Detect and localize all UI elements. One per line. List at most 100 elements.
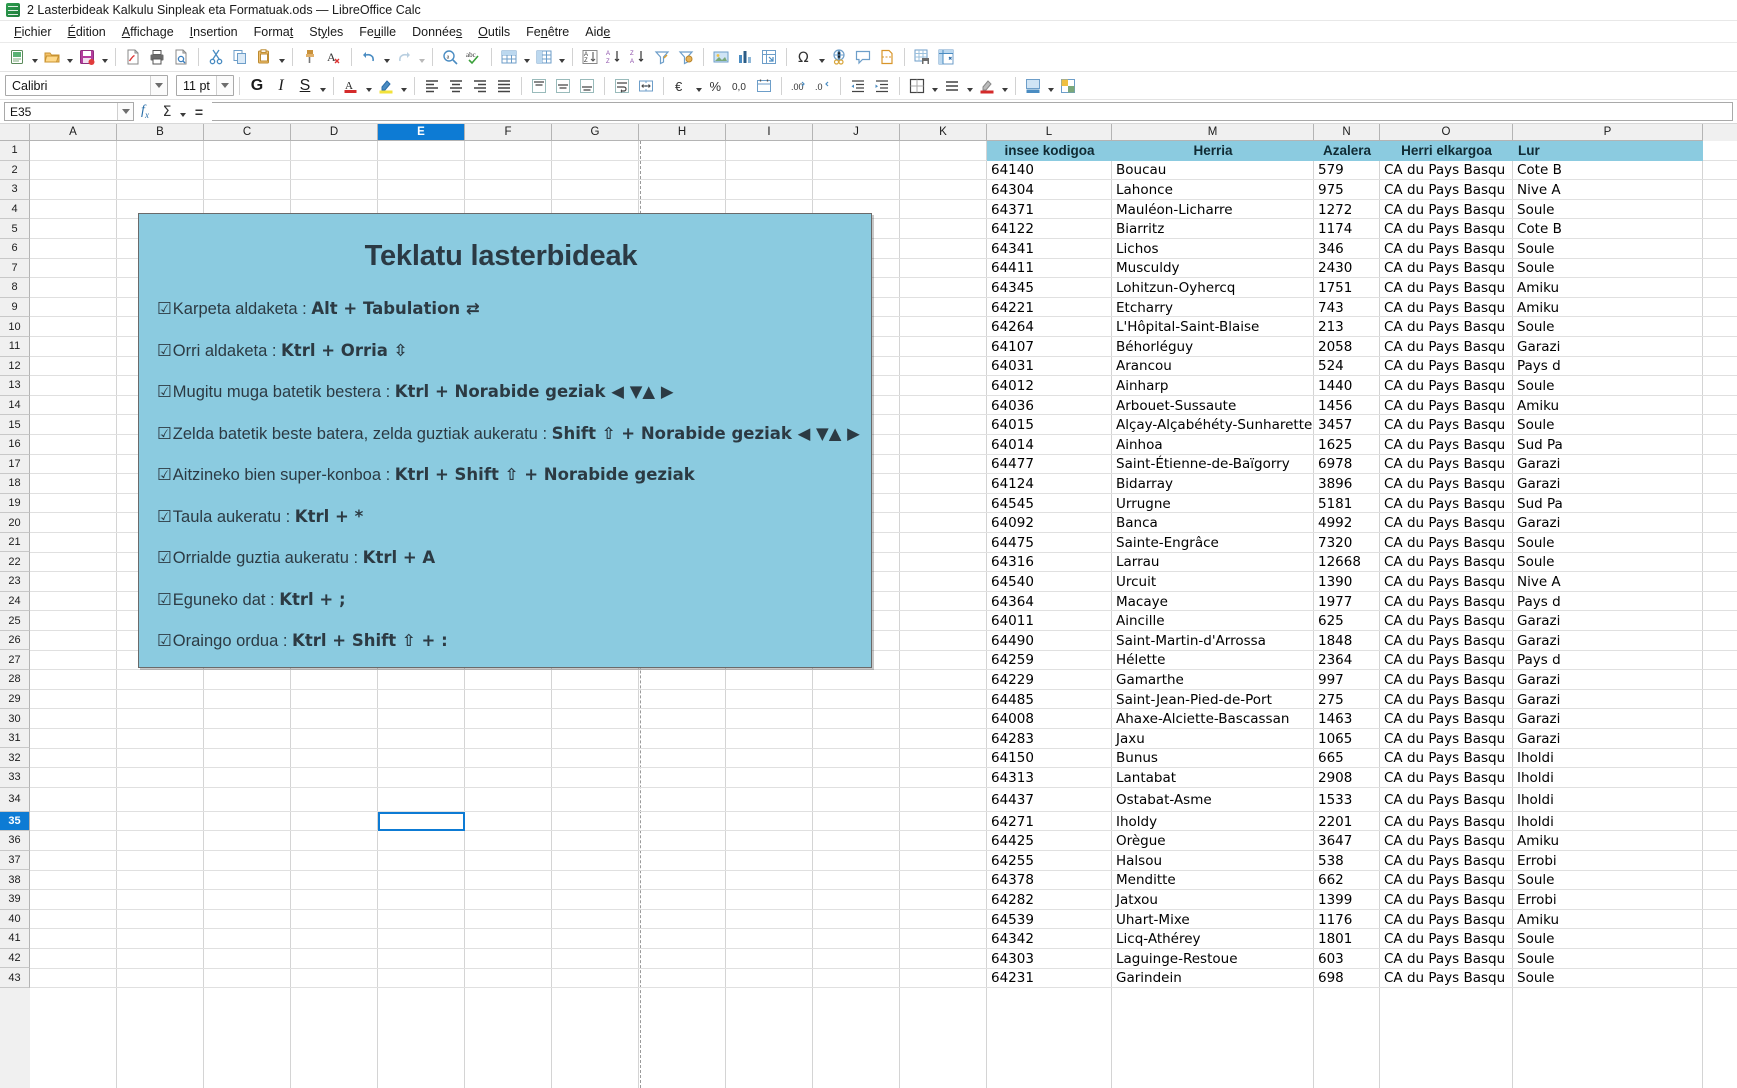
- cell-M29[interactable]: Saint-Jean-Pied-de-Port: [1112, 690, 1314, 710]
- cell-O12[interactable]: CA du Pays Basqu: [1380, 357, 1513, 377]
- cell-L22[interactable]: 64316: [987, 553, 1112, 573]
- menu-affichage[interactable]: Affichage: [114, 23, 182, 41]
- row-header-26[interactable]: 26: [0, 630, 30, 651]
- border-color-dropdown[interactable]: [999, 74, 1010, 98]
- borders-icon[interactable]: [905, 74, 929, 98]
- cell-M8[interactable]: Lohitzun-Oyhercq: [1112, 278, 1314, 298]
- cell-O5[interactable]: CA du Pays Basqu: [1380, 219, 1513, 239]
- new-document-dropdown[interactable]: [29, 45, 40, 69]
- cell-P11[interactable]: Garazi: [1513, 337, 1703, 357]
- italic-button[interactable]: I: [269, 77, 293, 95]
- cell-O17[interactable]: CA du Pays Basqu: [1380, 455, 1513, 475]
- delete-decimal-icon[interactable]: .0: [811, 74, 835, 98]
- row-header-37[interactable]: 37: [0, 850, 30, 871]
- cell-L26[interactable]: 64490: [987, 631, 1112, 651]
- row-header-3[interactable]: 3: [0, 180, 30, 200]
- cell-L20[interactable]: 64092: [987, 513, 1112, 533]
- row-header-38[interactable]: 38: [0, 870, 30, 890]
- column-header-O[interactable]: O: [1380, 124, 1513, 141]
- cell-M19[interactable]: Urrugne: [1112, 494, 1314, 514]
- cell-P22[interactable]: Soule: [1513, 553, 1703, 573]
- cell-L19[interactable]: 64545: [987, 494, 1112, 514]
- row-header-28[interactable]: 28: [0, 670, 30, 690]
- cell-N14[interactable]: 1456: [1314, 396, 1380, 416]
- background-color-dropdown[interactable]: [1045, 74, 1056, 98]
- equals-icon[interactable]: =: [188, 102, 210, 122]
- cell-P8[interactable]: Amiku: [1513, 278, 1703, 298]
- cell-N38[interactable]: 662: [1314, 871, 1380, 891]
- cell-O42[interactable]: CA du Pays Basqu: [1380, 949, 1513, 969]
- cell-L33[interactable]: 64313: [987, 768, 1112, 788]
- underline-button[interactable]: S: [293, 77, 317, 95]
- cell-L34[interactable]: 64437: [987, 788, 1112, 812]
- redo-icon[interactable]: [392, 45, 416, 69]
- column-header-A[interactable]: A: [30, 124, 117, 141]
- cell-P6[interactable]: Soule: [1513, 239, 1703, 259]
- row-header-17[interactable]: 17: [0, 454, 30, 475]
- cell-M34[interactable]: Ostabat-Asme: [1112, 788, 1314, 812]
- row-header-33[interactable]: 33: [0, 768, 30, 788]
- cell-P34[interactable]: Iholdi: [1513, 788, 1703, 812]
- cell-O38[interactable]: CA du Pays Basqu: [1380, 871, 1513, 891]
- row-header-39[interactable]: 39: [0, 889, 30, 910]
- cell-L7[interactable]: 64411: [987, 259, 1112, 279]
- font-color-icon[interactable]: A: [339, 74, 363, 98]
- pivot-table-icon[interactable]: [757, 45, 781, 69]
- align-middle-icon[interactable]: [551, 74, 575, 98]
- cell-N26[interactable]: 1848: [1314, 631, 1380, 651]
- column-icon[interactable]: [532, 45, 556, 69]
- cell-L12[interactable]: 64031: [987, 357, 1112, 377]
- cell-L6[interactable]: 64341: [987, 239, 1112, 259]
- row-header-13[interactable]: 13: [0, 376, 30, 396]
- cell-L35[interactable]: 64271: [987, 812, 1112, 832]
- sort-descending-icon[interactable]: ZA: [626, 45, 650, 69]
- align-bottom-icon[interactable]: [575, 74, 599, 98]
- cell-N18[interactable]: 3896: [1314, 474, 1380, 494]
- decrease-indent-icon[interactable]: [846, 74, 870, 98]
- format-date-icon[interactable]: [752, 74, 776, 98]
- cell-O23[interactable]: CA du Pays Basqu: [1380, 572, 1513, 592]
- cell-L42[interactable]: 64303: [987, 949, 1112, 969]
- export-pdf-icon[interactable]: [121, 45, 145, 69]
- row-header-5[interactable]: 5: [0, 219, 30, 239]
- cell-N9[interactable]: 743: [1314, 298, 1380, 318]
- table-header-azalera[interactable]: Azalera: [1314, 141, 1380, 161]
- cell-O31[interactable]: CA du Pays Basqu: [1380, 729, 1513, 749]
- column-dropdown[interactable]: [556, 45, 567, 69]
- row-dropdown[interactable]: [521, 45, 532, 69]
- cell-L28[interactable]: 64229: [987, 670, 1112, 690]
- clear-formatting-icon[interactable]: A: [322, 45, 346, 69]
- hyperlink-icon[interactable]: [827, 45, 851, 69]
- column-header-H[interactable]: H: [639, 124, 726, 141]
- row-header-22[interactable]: 22: [0, 552, 30, 573]
- row-header-25[interactable]: 25: [0, 611, 30, 631]
- cell-M25[interactable]: Aincille: [1112, 611, 1314, 631]
- cell-P31[interactable]: Garazi: [1513, 729, 1703, 749]
- menu-fichier[interactable]: Fichier: [6, 23, 60, 41]
- save-icon[interactable]: [75, 45, 99, 69]
- cell-O28[interactable]: CA du Pays Basqu: [1380, 670, 1513, 690]
- cell-N32[interactable]: 665: [1314, 749, 1380, 769]
- cell-L30[interactable]: 64008: [987, 709, 1112, 729]
- menu-outils[interactable]: Outils: [470, 23, 518, 41]
- cell-N42[interactable]: 603: [1314, 949, 1380, 969]
- cell-P10[interactable]: Soule: [1513, 317, 1703, 337]
- row-header-7[interactable]: 7: [0, 258, 30, 279]
- save-dropdown[interactable]: [99, 45, 110, 69]
- cell-M39[interactable]: Jatxou: [1112, 890, 1314, 910]
- cell-M10[interactable]: L'Hôpital-Saint-Blaise: [1112, 317, 1314, 337]
- cell-L17[interactable]: 64477: [987, 455, 1112, 475]
- cell-L10[interactable]: 64264: [987, 317, 1112, 337]
- menu-fenetre[interactable]: Fenêtre: [518, 23, 577, 41]
- column-header-B[interactable]: B: [117, 124, 204, 141]
- open-file-icon[interactable]: [40, 45, 64, 69]
- cell-M2[interactable]: Boucau: [1112, 161, 1314, 181]
- cell-O2[interactable]: CA du Pays Basqu: [1380, 161, 1513, 181]
- row-header-6[interactable]: 6: [0, 238, 30, 259]
- cell-N37[interactable]: 538: [1314, 851, 1380, 871]
- cell-O32[interactable]: CA du Pays Basqu: [1380, 749, 1513, 769]
- cell-M37[interactable]: Halsou: [1112, 851, 1314, 871]
- cell-O22[interactable]: CA du Pays Basqu: [1380, 553, 1513, 573]
- cell-O16[interactable]: CA du Pays Basqu: [1380, 435, 1513, 455]
- row-header-32[interactable]: 32: [0, 748, 30, 768]
